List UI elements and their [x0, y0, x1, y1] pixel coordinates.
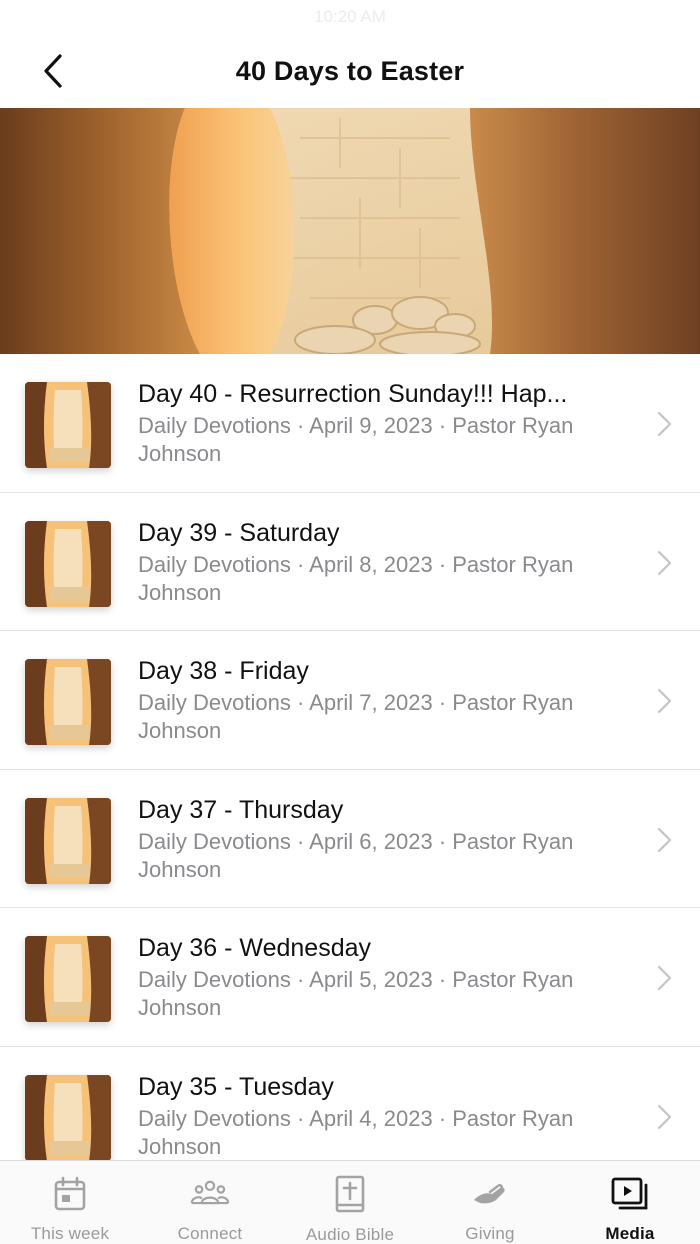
list-item[interactable]: Day 39 - Saturday Daily Devotions · Apri…: [0, 493, 700, 632]
tab-giving[interactable]: Giving: [420, 1161, 560, 1244]
people-icon: [190, 1175, 230, 1212]
chevron-right-icon: [657, 827, 672, 852]
tomb-thumbnail: [25, 1074, 111, 1160]
chevron-right-icon: [657, 1104, 672, 1130]
tab-label: Giving: [465, 1224, 515, 1243]
devotion-title: Day 38 - Friday: [138, 657, 309, 686]
status-time: 10:20 AM: [314, 7, 386, 26]
bible-icon: [330, 1175, 370, 1213]
list-item[interactable]: Day 35 - Tuesday Daily Devotions · April…: [0, 1047, 700, 1160]
chevron-right-icon: [657, 411, 672, 437]
tab-connect[interactable]: Connect: [140, 1161, 280, 1244]
devotion-meta: Daily Devotions · April 6, 2023 · Pastor…: [138, 828, 574, 882]
chevron-right-icon: [657, 966, 672, 991]
list-item[interactable]: Day 37 - Thursday Daily Devotions · Apri…: [0, 770, 700, 909]
giving-hand-icon: [470, 1175, 510, 1212]
devotion-title: Day 40 - Resurrection Sunday!!! Hap...: [138, 380, 568, 408]
tab-label: This week: [30, 1224, 110, 1243]
list-item[interactable]: Day 38 - Friday Daily Devotions · April …: [0, 631, 700, 770]
tomb-thumbnail: [25, 659, 111, 746]
tomb-thumbnail: [25, 382, 111, 468]
devotion-meta: Daily Devotions · April 8, 2023 · Pastor…: [138, 551, 574, 605]
tab-bar: This week Connect Audio Bible Giving Med…: [0, 1160, 700, 1244]
tab-audio-bible[interactable]: Audio Bible: [280, 1161, 420, 1244]
page-title: 40 Days to Easter: [235, 56, 465, 86]
devotion-title: Day 35 - Tuesday: [138, 1072, 334, 1101]
devotion-list: Day 40 - Resurrection Sunday!!! Hap... D…: [0, 354, 700, 1160]
navigation-bar: 40 Days to Easter: [0, 34, 700, 108]
list-item[interactable]: Day 36 - Wednesday Daily Devotions · Apr…: [0, 908, 700, 1047]
devotion-meta: Daily Devotions · April 9, 2023 · Pastor…: [138, 413, 574, 466]
devotion-title: Day 36 - Wednesday: [138, 934, 371, 963]
tab-label: Media: [605, 1224, 655, 1243]
tomb-thumbnail: [25, 936, 111, 1023]
calendar-icon: [50, 1175, 90, 1212]
status-bar: 10:20 AM: [0, 0, 700, 34]
hero-image-empty-tomb: [0, 108, 700, 354]
devotion-meta: Daily Devotions · April 7, 2023 · Pastor…: [138, 690, 574, 744]
devotion-meta: Daily Devotions · April 5, 2023 · Pastor…: [138, 967, 574, 1021]
devotion-meta: Daily Devotions · April 4, 2023 · Pastor…: [138, 1105, 574, 1159]
tomb-thumbnail: [25, 797, 111, 884]
devotion-title: Day 39 - Saturday: [138, 518, 340, 547]
tab-label: Connect: [177, 1224, 243, 1243]
devotion-title: Day 37 - Thursday: [138, 795, 344, 824]
tab-label: Audio Bible: [305, 1225, 395, 1244]
list-item[interactable]: Day 40 - Resurrection Sunday!!! Hap... D…: [0, 354, 700, 493]
chevron-right-icon: [657, 550, 672, 575]
tomb-thumbnail: [25, 520, 111, 607]
media-icon: [610, 1175, 650, 1212]
tab-media[interactable]: Media: [560, 1161, 700, 1244]
tab-this-week[interactable]: This week: [0, 1161, 140, 1244]
chevron-right-icon: [657, 689, 672, 714]
